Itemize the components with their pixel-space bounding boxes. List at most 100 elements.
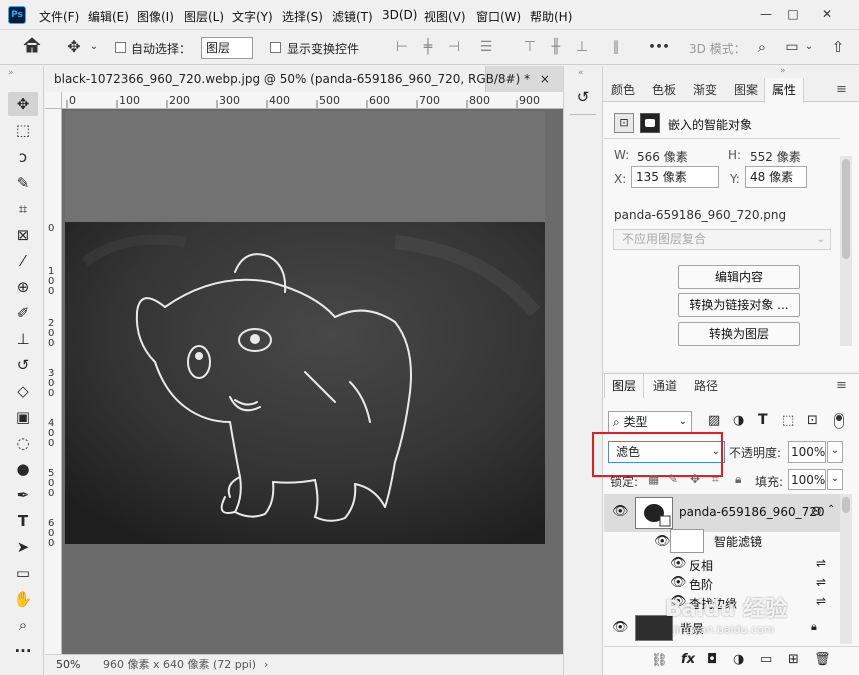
filter-row-levels[interactable]: 👁︎ 色阶 ⇌ [604,574,840,594]
menu-3d[interactable]: 3D(D) [382,8,417,22]
layer-row-background[interactable]: 👁︎ 背景 🔒︎ [604,612,840,644]
convert-to-layers-button[interactable]: 转换为图层 [678,322,800,346]
layer-name[interactable]: 背景 [680,620,704,637]
dodge-tool-icon[interactable]: ● [8,457,38,481]
tab-patterns[interactable]: 图案 [726,78,766,102]
layer-row-smart-filters[interactable]: 👁︎ 智能滤镜 [604,529,840,554]
panel-menu-icon[interactable]: ≡ [836,82,847,97]
search-icon[interactable]: ⌕ [752,37,772,57]
zoom-tool-icon[interactable]: ⌕ [8,613,38,637]
tab-properties[interactable]: 属性 [764,78,804,103]
width-value[interactable]: 566 像素 [637,148,688,165]
lasso-tool-icon[interactable]: ↄ [8,145,38,169]
more-options-icon[interactable]: ••• [647,37,671,57]
document-tab[interactable]: black-1072366_960_720.webp.jpg @ 50% (pa… [45,66,550,92]
path-selection-tool-icon[interactable]: ➤ [8,535,38,559]
eyedropper-tool-icon[interactable]: ⁄ [8,249,38,273]
collapse-icon[interactable]: » [8,68,14,78]
minimize-button[interactable]: — [756,4,776,24]
smart-filter-badge-icon[interactable]: ⊙ [811,504,822,519]
align-right-icon[interactable]: ⊣ [444,37,464,57]
clone-stamp-tool-icon[interactable]: ⊥ [8,327,38,351]
filter-toggle-icon[interactable] [834,413,844,429]
menu-layer[interactable]: 图层(L) [184,8,224,25]
lock-transparent-icon[interactable]: ▦ [648,472,659,486]
zoom-level[interactable]: 50% [56,655,80,675]
align-center-icon[interactable]: ╪ [418,37,438,57]
history-panel-icon[interactable]: ↺ [572,86,594,108]
hand-tool-icon[interactable]: ✋ [8,587,38,611]
collapse-icon[interactable]: « [578,68,584,78]
gradient-tool-icon[interactable]: ▣ [8,405,38,429]
layers-menu-icon[interactable]: ≡ [836,378,847,393]
filter-shape-icon[interactable]: ⬚ [782,413,794,428]
convert-to-linked-button[interactable]: 转换为链接对象 ... [678,293,800,317]
visibility-eye-icon[interactable]: 👁︎ [670,594,687,609]
filter-row-invert[interactable]: 👁︎ 反相 ⇌ [604,555,840,575]
panda-chalkboard-image[interactable] [65,222,545,544]
visibility-eye-icon[interactable]: 👁︎ [670,575,687,590]
collapse-arrow-icon[interactable]: ⌃ [827,504,835,515]
x-position-field[interactable]: 135 像素 [631,166,719,188]
menu-edit[interactable]: 编辑(E) [88,8,129,25]
mask-icon[interactable] [640,113,660,133]
menu-window[interactable]: 窗口(W) [476,8,521,25]
layer-filter-dropdown[interactable]: ⌕ 类型 ⌄ [608,411,692,433]
visibility-eye-icon[interactable]: 👁︎ [612,620,629,635]
share-icon[interactable]: ⇧ [827,37,849,57]
align-left-icon[interactable]: ⊢ [392,37,412,57]
menu-select[interactable]: 选择(S) [282,8,323,25]
quick-select-tool-icon[interactable]: ✎ [8,171,38,195]
properties-scrollbar[interactable] [840,156,852,346]
close-tab-icon[interactable]: × [540,72,550,86]
filter-options-icon[interactable]: ⇌ [816,594,826,608]
pen-tool-icon[interactable]: ✒ [8,483,38,507]
filter-adjustment-icon[interactable]: ◑ [733,413,744,428]
crop-tool-icon[interactable]: ⌗ [8,197,38,221]
link-icon[interactable]: ⛓︎ [651,653,668,668]
fx-icon[interactable]: fx [681,652,695,667]
menu-file[interactable]: 文件(F) [39,8,79,25]
height-value[interactable]: 552 像素 [750,148,801,165]
lock-position-icon[interactable]: ✥ [690,472,700,486]
eraser-tool-icon[interactable]: ◇ [8,379,38,403]
menu-image[interactable]: 图像(I) [137,8,174,25]
menu-type[interactable]: 文字(Y) [232,8,273,25]
show-transform-checkbox[interactable] [270,42,281,53]
filter-row-find-edges[interactable]: 👁︎ 查找边缘 ⇌ [604,593,840,613]
marquee-tool-icon[interactable]: ⬚ [8,118,38,142]
lock-artboard-icon[interactable]: ⌗ [712,472,719,487]
tab-layers[interactable]: 图层 [604,374,644,398]
type-tool-icon[interactable]: T [8,509,38,533]
frame-tool-icon[interactable]: ⊠ [8,223,38,247]
fill-chevron-icon[interactable]: ⌄ [827,469,843,490]
filter-smart-object-icon[interactable]: ⊡ [807,413,818,428]
visibility-eye-icon[interactable]: 👁︎ [654,534,671,549]
fill-field[interactable]: 100% [788,469,826,490]
align-middle-icon[interactable]: ╫ [546,37,566,57]
new-layer-icon[interactable]: ⊞ [788,652,799,667]
group-icon[interactable]: ▭ [760,652,772,667]
home-icon[interactable] [20,37,44,57]
brush-tool-icon[interactable]: ✐ [8,301,38,325]
visibility-eye-icon[interactable]: 👁︎ [612,504,629,519]
status-menu-arrow[interactable]: › [264,655,268,675]
opacity-field[interactable]: 100% [788,441,826,463]
layer-comp-select[interactable]: 不应用图层复合 ⌄ [613,229,831,250]
lock-all-icon[interactable]: 🔒︎ [735,472,741,487]
workspace-chevron-icon[interactable]: ⌄ [803,37,815,57]
move-tool-icon[interactable]: ✥ [62,37,86,57]
tab-swatches[interactable]: 色板 [644,78,684,102]
healing-brush-tool-icon[interactable]: ⊕ [8,275,38,299]
filter-options-icon[interactable]: ⇌ [816,575,826,589]
chevron-down-icon[interactable]: ⌄ [87,37,101,57]
rectangle-tool-icon[interactable]: ▭ [8,561,38,585]
workspace-icon[interactable]: ▭ [781,37,803,57]
lock-pixels-icon[interactable]: ✎ [668,472,678,486]
menu-help[interactable]: 帮助(H) [530,8,572,25]
adjustment-icon[interactable]: ◑ [733,652,744,667]
layer-name[interactable]: panda-659186_960_720 [679,505,825,519]
tab-color[interactable]: 颜色 [603,78,643,102]
auto-select-dropdown[interactable]: 图层 [201,37,253,59]
collapse-icon[interactable]: » [780,66,786,76]
